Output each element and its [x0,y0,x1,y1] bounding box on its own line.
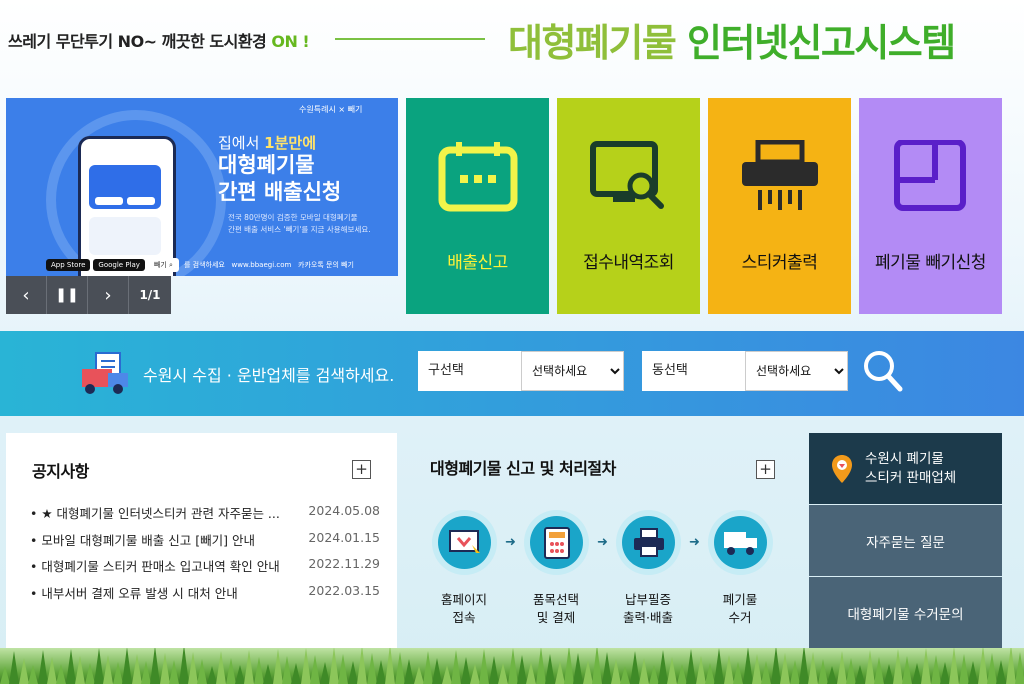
notice-panel: 공지사항 + • ★ 대형폐기물 인터넷스티커 관련 자주묻는 ... 2024.… [6,433,397,648]
google-play-badge: Google Play [93,259,145,271]
slogan-on: ON ! [271,32,310,51]
banner-subtitle: 집에서 1분만에 [218,134,317,152]
slogan: 쓰레기 무단투기 NO~ 깨끗한 도시환경 ON ! [8,28,310,52]
tile-label: 폐기물 빼기신청 [875,253,986,273]
collection-inquiry-link[interactable]: 대형폐기물 수거문의 [809,577,1002,648]
grass-decoration [0,648,1024,684]
slide-counter: 1/1 [129,276,171,314]
tile-sticker-print[interactable]: 스티커출력 [708,98,851,314]
banner-headline: 대형폐기물 간편 배출신청 [218,153,342,204]
dong-label: 동선택 [642,351,745,391]
site-url: www.bbaegi.com [231,261,292,269]
next-slide-button[interactable]: › [88,276,129,314]
browser-cursor-icon [448,529,480,553]
prev-slide-button[interactable]: ‹ [6,276,47,314]
chevron-left-icon: ‹ [22,284,30,306]
truck-icon [78,351,134,401]
gu-select[interactable]: 선택하세요 [521,351,624,391]
slogan-text: 쓰레기 무단투기 NO~ 깨끗한 도시환경 [8,32,267,51]
site-title-part2: 인터넷신고시스템 [687,21,956,65]
arrow-icon: ➜ [505,535,516,550]
notice-list: • ★ 대형폐기물 인터넷스티커 관련 자주묻는 ... 2024.05.08 •… [30,503,380,609]
slider-controls: ‹ ❚❚ › 1/1 [6,276,171,314]
step-label: 품목선택 및 결제 [532,592,579,625]
tile-label: 스티커출력 [741,253,818,273]
step-label: 폐기물 수거 [722,592,758,625]
banner-logos: 수원특례시 × 빼기 [299,105,363,114]
step-label: 홈페이지 접속 [440,592,487,625]
banner-search-box: 빼기 ⌕ [147,258,179,272]
kakao-contact: 카카오톡 문의 빼기 [298,261,355,269]
notice-more-button[interactable]: + [352,460,371,479]
printer-shredder-icon [708,140,851,212]
tile-bbaegi-request[interactable]: 폐기물 빼기신청 [859,98,1002,314]
process-panel: 대형폐기물 신고 및 처리절차 + ➜ ➜ ➜ 홈페이지 접속 품목선택 및 결제 … [410,433,802,648]
search-prompt: 수원시 수집 · 운반업체를 검색하세요. [143,366,395,385]
tile-label: 배출신고 [447,253,508,273]
phone-mockup [78,136,176,276]
plus-icon: + [355,460,368,478]
tile-report-disposal[interactable]: 배출신고 [406,98,549,314]
truck-icon [723,531,757,555]
printer-icon [633,527,664,557]
step-item-select [524,510,589,575]
grass-blade [1015,652,1024,684]
slogan-divider [335,38,485,40]
tile-label: 접수내역조회 [583,253,674,273]
notice-item[interactable]: • 대형폐기물 스티커 판매소 입고내역 확인 안내 2022.11.29 [30,556,380,583]
sticker-seller-label: 수원시 폐기물 스티커 판매업체 [865,450,957,486]
calendar-icon [406,140,549,212]
site-title-part1: 대형폐기물 [508,21,677,65]
step-label: 납부필증 출력·배출 [623,592,673,625]
dong-select[interactable]: 선택하세요 [745,351,848,391]
pause-slide-button[interactable]: ❚❚ [47,276,88,314]
notice-title: 공지사항 [32,462,89,481]
search-icon [864,351,903,392]
map-pin-icon [832,454,852,483]
site-title[interactable]: 대형폐기물 인터넷신고시스템 [508,12,956,67]
process-title: 대형폐기물 신고 및 처리절차 [430,459,616,478]
process-more-button[interactable]: + [756,460,775,479]
gu-label: 구선택 [418,351,521,391]
notice-item[interactable]: • ★ 대형폐기물 인터넷스티커 관련 자주묻는 ... 2024.05.08 [30,503,380,530]
calculator-icon [543,526,570,559]
plus-icon: + [759,460,772,478]
arrow-icon: ➜ [689,535,700,550]
monitor-search-icon [557,140,700,212]
promo-banner[interactable]: 수원특례시 × 빼기 집에서 1분만에 대형폐기물 간편 배출신청 전국 80만명… [6,98,398,276]
banner-description: 전국 80만명이 검증한 모바일 대형폐기물 간편 배출 서비스 '빼기'를 지금… [228,213,371,234]
search-button[interactable] [862,349,904,397]
chevron-right-icon: › [104,284,112,306]
step-collect [708,510,773,575]
pause-icon: ❚❚ [55,287,79,303]
notice-item[interactable]: • 모바일 대형폐기물 배출 신고 [빼기] 안내 2024.01.15 [30,530,380,557]
app-store-badge: App Store [46,259,91,271]
notice-item[interactable]: • 내부서버 결제 오류 발생 시 대처 안내 2022.03.15 [30,583,380,610]
square-frame-icon [859,140,1002,212]
sticker-seller-link[interactable]: 수원시 폐기물 스티커 판매업체 [809,433,1002,504]
step-homepage [432,510,497,575]
banner-store-row: App Store Google Play 빼기 ⌕ 를 검색하세요 www.bbae… [46,258,354,272]
step-print [616,510,681,575]
arrow-icon: ➜ [597,535,608,550]
faq-link[interactable]: 자주묻는 질문 [809,505,1002,576]
tile-receipt-history[interactable]: 접수내역조회 [557,98,700,314]
